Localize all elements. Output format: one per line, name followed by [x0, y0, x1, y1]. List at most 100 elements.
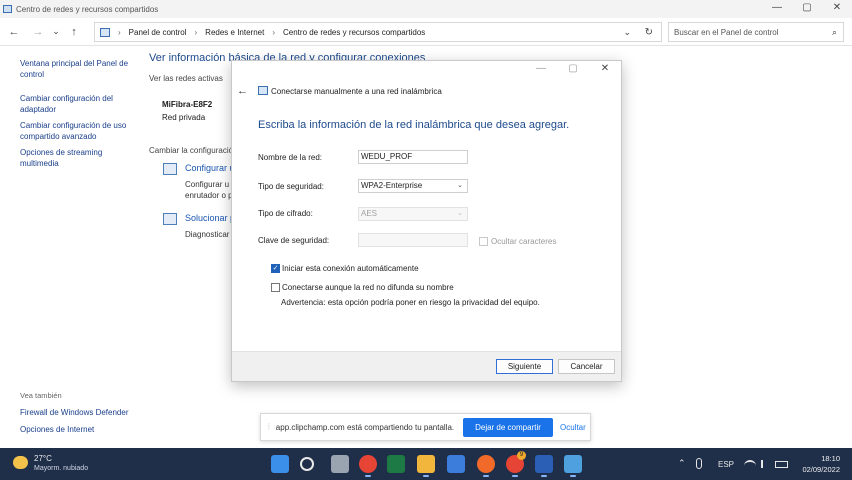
window-titlebar: Centro de redes y recursos compartidos —… [0, 0, 852, 18]
security-type-select[interactable]: WPA2-Enterprise ⌄ [358, 179, 468, 193]
search-icon[interactable] [300, 457, 314, 471]
start-icon[interactable] [271, 455, 289, 473]
network-name-field[interactable]: WEDU_PROF [358, 150, 468, 164]
dialog-titlebar: — ▢ ✕ [232, 61, 621, 81]
sidebar: Ventana principal del Panel de control C… [0, 46, 140, 446]
wifi-icon[interactable] [744, 460, 756, 468]
back-button[interactable]: ← [2, 26, 26, 38]
up-button[interactable]: ↑ [62, 26, 86, 38]
breadcrumb-separator: › [272, 27, 275, 37]
search-input[interactable]: Buscar en el Panel de control ⌕ [668, 22, 844, 42]
sidebar-item-media-streaming[interactable]: Opciones de streaming multimedia [20, 147, 132, 169]
dialog-heading: Escriba la información de la red inalámb… [258, 119, 570, 131]
control-panel-icon [100, 27, 110, 37]
stop-sharing-button[interactable]: Dejar de compartir [463, 418, 553, 437]
network-name-label: Nombre de la red: [258, 153, 323, 162]
dialog-back-button[interactable]: ← [237, 85, 248, 97]
sidebar-item-firewall[interactable]: Firewall de Windows Defender [20, 407, 132, 418]
chevron-down-icon: ⌄ [457, 210, 463, 217]
connect-hidden-label[interactable]: Conectarse aunque la red no difunda su n… [282, 283, 454, 292]
sidebar-item-control-panel-home[interactable]: Ventana principal del Panel de control [20, 58, 132, 80]
breadcrumb-control-panel[interactable]: Panel de control [129, 28, 187, 37]
clock-date: 02/09/2022 [802, 465, 840, 474]
taskbar: 27°C Mayorm. nubiado 9 ⌃ ESP 18:10 02/09… [0, 448, 852, 480]
sidebar-item-adapter-settings[interactable]: Cambiar configuración del adaptador [20, 93, 132, 115]
wireless-network-icon [258, 86, 268, 95]
hide-share-bar-button[interactable]: Ocultar [560, 423, 586, 432]
excel-icon[interactable] [387, 455, 405, 473]
privacy-warning: Advertencia: esta opción podría poner en… [281, 298, 540, 307]
weather-description[interactable]: Mayorm. nubiado [34, 465, 88, 472]
dialog-maximize-button[interactable]: ▢ [557, 63, 589, 74]
task-view-icon[interactable] [331, 455, 349, 473]
auto-start-checkbox[interactable]: ✓ [271, 264, 280, 273]
battery-icon[interactable] [775, 461, 788, 468]
dialog-footer: Siguiente Cancelar [232, 351, 621, 381]
setup-connection-desc: Configurar u [185, 180, 230, 189]
connect-hidden-checkbox[interactable] [271, 283, 280, 292]
breadcrumb-network-internet[interactable]: Redes e Internet [205, 28, 264, 37]
recent-locations-button[interactable]: ⌄ [50, 26, 62, 37]
breadcrumb-network-center[interactable]: Centro de redes y recursos compartidos [283, 28, 425, 37]
network-center-icon [3, 5, 12, 13]
encryption-type-select: AES ⌄ [358, 207, 468, 221]
network-settings-icon[interactable] [564, 455, 582, 477]
see-also-heading: Vea también [20, 391, 62, 400]
volume-icon[interactable] [761, 460, 770, 468]
next-button[interactable]: Siguiente [496, 359, 553, 374]
window-controls: — ▢ ✕ [762, 0, 852, 18]
sidebar-item-internet-options[interactable]: Opciones de Internet [20, 424, 132, 435]
breadcrumb-separator: › [118, 27, 121, 37]
chevron-down-icon: ⌄ [457, 182, 463, 189]
dialog-minimize-button[interactable]: — [525, 63, 557, 74]
hide-characters-label: Ocultar caracteres [491, 237, 557, 246]
dialog-close-button[interactable]: ✕ [589, 63, 621, 74]
troubleshoot-icon [163, 213, 177, 225]
weather-temperature[interactable]: 27°C [34, 454, 52, 463]
auto-start-label[interactable]: Iniciar esta conexión automáticamente [282, 264, 419, 273]
file-explorer-icon[interactable] [417, 455, 435, 477]
clock-time: 18:10 [821, 454, 840, 463]
change-settings-heading: Cambiar la configuración [149, 146, 238, 155]
dialog-window-controls: — ▢ ✕ [525, 63, 621, 74]
maximize-button[interactable]: ▢ [792, 0, 822, 18]
encryption-type-label: Tipo de cifrado: [258, 209, 313, 218]
screen-share-bar: ⦙ app.clipchamp.com está compartiendo tu… [260, 413, 591, 441]
address-bar[interactable]: › Panel de control › Redes e Internet › … [94, 22, 662, 42]
chrome-profile-icon[interactable]: 9 [506, 451, 526, 477]
sidebar-item-advanced-sharing[interactable]: Cambiar configuración de uso compartido … [20, 120, 132, 142]
chrome-icon[interactable] [359, 455, 377, 477]
notification-badge: 9 [517, 451, 526, 460]
clock[interactable]: 18:10 02/09/2022 [802, 453, 840, 475]
security-type-label: Tipo de seguridad: [258, 182, 324, 191]
setup-connection-desc-2: enrutador o p [185, 191, 233, 200]
security-type-value: WPA2-Enterprise [361, 181, 423, 190]
close-button[interactable]: ✕ [822, 0, 852, 18]
firefox-icon[interactable] [477, 455, 495, 477]
network-name: MiFibra-E8F2 [162, 100, 213, 109]
microphone-icon[interactable] [696, 458, 702, 469]
window-title: Centro de redes y recursos compartidos [16, 4, 159, 14]
navigation-bar: ← → ⌄ ↑ › Panel de control › Redes e Int… [0, 18, 852, 46]
minimize-button[interactable]: — [762, 0, 792, 18]
troubleshoot-desc: Diagnosticar [185, 230, 230, 239]
wireless-network-dialog: — ▢ ✕ ← Conectarse manualmente a una red… [231, 60, 622, 382]
weather-icon[interactable] [13, 456, 28, 469]
show-hidden-icons-chevron[interactable]: ⌃ [678, 458, 686, 469]
security-key-label: Clave de seguridad: [258, 236, 330, 245]
forward-button[interactable]: → [26, 26, 50, 38]
dialog-caption: Conectarse manualmente a una red inalámb… [271, 87, 442, 96]
chevron-down-icon[interactable]: ⌄ [623, 27, 631, 38]
security-key-field [358, 233, 468, 247]
language-indicator[interactable]: ESP [718, 460, 734, 469]
hide-characters-checkbox [479, 237, 488, 246]
word-icon[interactable] [535, 455, 553, 477]
setup-connection-link[interactable]: Configurar u [185, 163, 235, 173]
drag-handle-icon[interactable]: ⦙ [268, 422, 270, 432]
share-message: app.clipchamp.com está compartiendo tu p… [275, 422, 455, 432]
refresh-icon[interactable]: ↻ [645, 27, 653, 38]
cancel-button[interactable]: Cancelar [558, 359, 615, 374]
network-setup-icon [163, 163, 177, 175]
search-icon[interactable]: ⌕ [832, 27, 837, 38]
calendar-icon[interactable] [447, 455, 465, 473]
